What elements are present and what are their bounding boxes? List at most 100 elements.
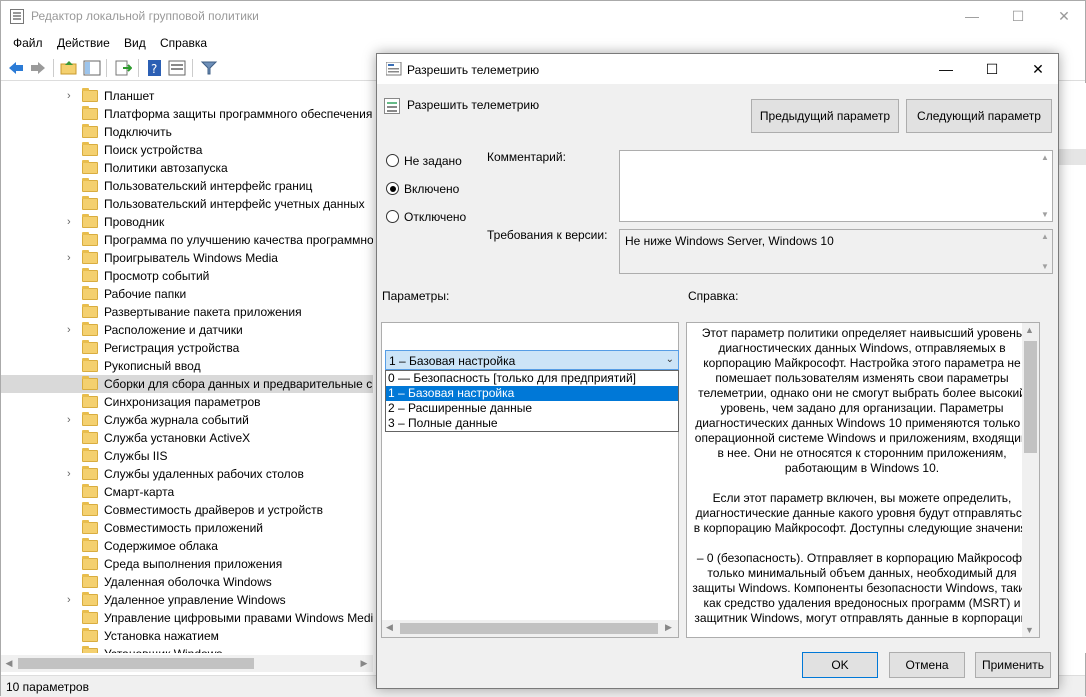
scroll-down-icon[interactable]: ▼ [1041,262,1049,271]
tree-item[interactable]: Рукописный ввод [1,357,373,375]
radio-not-configured-circle[interactable] [386,154,399,167]
minimize-button[interactable]: — [949,1,995,32]
scroll-left-icon[interactable]: ◀ [386,622,393,633]
help-text: Этот параметр политики определяет наивыс… [692,326,1032,626]
tree-item[interactable]: Рабочие папки [1,285,373,303]
tree-item[interactable]: Сборки для сбора данных и предварительны… [1,375,373,393]
tree-item[interactable]: Синхронизация параметров [1,393,373,411]
tree-item[interactable]: Службы IIS [1,447,373,465]
scroll-up-icon[interactable]: ▲ [1041,232,1049,241]
radio-disabled-circle[interactable] [386,210,399,223]
show-hide-tree-icon[interactable] [83,59,101,77]
apply-button[interactable]: Применить [975,652,1051,678]
tree-item[interactable]: Установщик Windows [1,645,373,653]
policy-tree: › Планшет Платформа защиты программного об… [1,83,373,653]
tree-item[interactable]: Развертывание пакета приложения [1,303,373,321]
tree-item[interactable]: Пользовательский интерфейс границ [1,177,373,195]
dropdown-option[interactable]: 3 – Полные данные [386,416,678,431]
version-requirements-field[interactable]: Не ниже Windows Server, Windows 10 ▲ ▼ [619,229,1053,274]
scroll-down-icon[interactable]: ▼ [1025,625,1034,635]
help-vertical-scrollbar[interactable]: ▲ ▼ [1022,323,1039,637]
chevron-right-icon[interactable]: › [67,324,77,336]
tree-item[interactable]: Смарт-карта [1,483,373,501]
chevron-right-icon[interactable]: › [67,468,77,480]
chevron-right-icon[interactable]: › [67,252,77,264]
back-icon[interactable] [7,59,25,77]
next-setting-button[interactable]: Следующий параметр [906,99,1052,133]
dialog-maximize-button[interactable]: ☐ [969,54,1015,84]
menu-help[interactable]: Справка [160,36,207,50]
previous-setting-button[interactable]: Предыдущий параметр [751,99,899,133]
filter-icon[interactable] [200,59,218,77]
tree-item-label: Содержимое облака [104,539,218,553]
dropdown-option[interactable]: 0 — Безопасность [только для предприятий… [386,371,678,386]
maximize-button[interactable]: ☐ [995,1,1041,32]
tree-item[interactable]: Регистрация устройства [1,339,373,357]
telemetry-level-select[interactable]: 1 – Базовая настройка ⌄ [385,350,679,370]
tree-item[interactable]: › Расположение и датчики [1,321,373,339]
tree-item-label: Просмотр событий [104,269,210,283]
tree-item[interactable]: Содержимое облака [1,537,373,555]
scroll-up-icon[interactable]: ▲ [1025,325,1034,335]
folder-icon [82,646,98,653]
scroll-up-icon[interactable]: ▲ [1041,153,1049,162]
comment-field[interactable]: ▲ ▼ [619,150,1053,222]
chevron-right-icon[interactable]: › [67,594,77,606]
tree-item[interactable]: Поиск устройства [1,141,373,159]
tree-item[interactable]: Платформа защиты программного обеспечени… [1,105,373,123]
tree-item[interactable]: Среда выполнения приложения [1,555,373,573]
scroll-right-icon[interactable]: ▶ [665,622,672,633]
tree-item[interactable]: Удаленная оболочка Windows [1,573,373,591]
tree-item[interactable]: Совместимость драйверов и устройств [1,501,373,519]
chevron-right-icon[interactable]: › [67,216,77,228]
tree-item[interactable]: › Проводник [1,213,373,231]
chevron-right-icon[interactable]: › [67,90,77,102]
tree-item[interactable]: › Проигрыватель Windows Media [1,249,373,267]
options-horizontal-scrollbar[interactable]: ◀ ▶ [382,620,678,637]
version-label: Требования к версии: [487,228,608,242]
export-list-icon[interactable] [114,59,133,77]
cancel-button[interactable]: Отмена [889,652,965,678]
scroll-thumb[interactable] [18,658,254,669]
tree-item[interactable]: Служба установки ActiveX [1,429,373,447]
forward-icon[interactable] [29,59,47,77]
properties-icon[interactable] [168,59,186,77]
menu-view[interactable]: Вид [124,36,146,50]
help-icon[interactable]: ? [146,59,164,77]
folder-icon [82,196,98,210]
dialog-close-button[interactable]: ✕ [1015,54,1061,84]
tree-item[interactable]: › Службы удаленных рабочих столов [1,465,373,483]
tree-item[interactable]: Подключить [1,123,373,141]
dropdown-option[interactable]: 2 – Расширенные данные [386,401,678,416]
dialog-minimize-button[interactable]: — [923,54,969,84]
scroll-left-icon[interactable]: ◀ [2,656,16,671]
dropdown-option[interactable]: 1 – Базовая настройка [386,386,678,401]
up-folder-icon[interactable] [60,59,78,77]
tree-item[interactable]: Пользовательский интерфейс учетных данны… [1,195,373,213]
tree-item[interactable]: Политики автозапуска [1,159,373,177]
tree-item[interactable]: Программа по улучшению качества программ… [1,231,373,249]
scroll-down-icon[interactable]: ▼ [1041,210,1049,219]
tree-item-label: Смарт-карта [104,485,175,499]
menu-file[interactable]: Файл [13,36,43,50]
tree-item[interactable]: Совместимость приложений [1,519,373,537]
menu-action[interactable]: Действие [57,36,110,50]
tree-item[interactable]: › Служба журнала событий [1,411,373,429]
tree-item[interactable]: Управление цифровыми правами Windows Med… [1,609,373,627]
scroll-thumb[interactable] [400,623,658,634]
chevron-down-icon[interactable]: ⌄ [666,354,674,365]
help-paragraph: Этот параметр политики определяет наивыс… [694,326,1030,475]
close-button[interactable]: ✕ [1041,1,1086,32]
tree-item-label: Сборки для сбора данных и предварительны… [104,377,373,391]
radio-enabled-circle[interactable] [386,182,399,195]
chevron-right-icon[interactable]: › [67,414,77,426]
scroll-right-icon[interactable]: ▶ [357,656,371,671]
tree-item[interactable]: Просмотр событий [1,267,373,285]
ok-button[interactable]: OK [802,652,878,678]
tree-item[interactable]: › Планшет [1,87,373,105]
scroll-thumb[interactable] [1024,341,1037,453]
tree-item-label: Управление цифровыми правами Windows Med… [104,611,373,625]
tree-horizontal-scrollbar[interactable]: ◀ ▶ [1,655,373,672]
tree-item[interactable]: Установка нажатием [1,627,373,645]
tree-item[interactable]: › Удаленное управление Windows [1,591,373,609]
